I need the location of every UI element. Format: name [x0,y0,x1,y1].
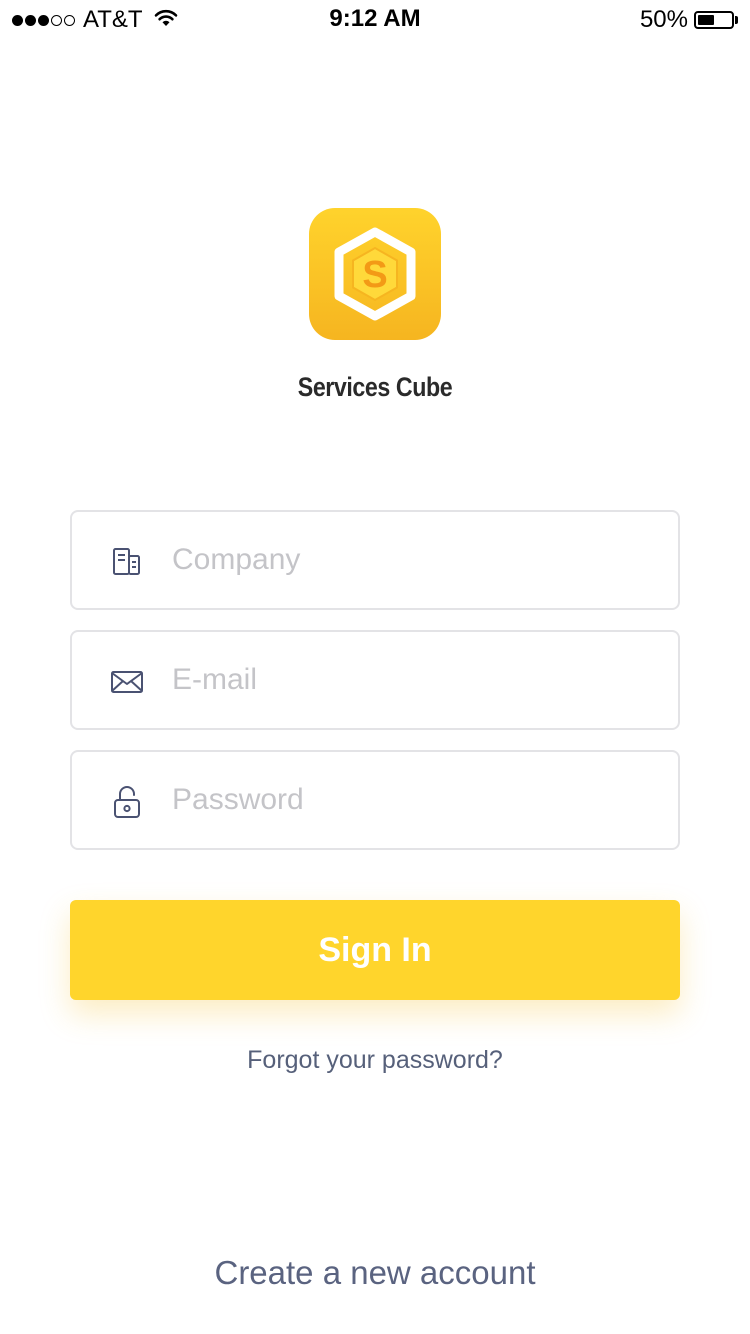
hexagon-cube-icon: S [334,227,416,321]
create-account-link[interactable]: Create a new account [214,1254,535,1291]
status-right: 50% [640,6,738,34]
company-field[interactable] [70,510,680,610]
building-icon [110,546,144,578]
create-account-link-row: Create a new account [0,1254,750,1292]
battery-cap [735,16,738,24]
password-input[interactable] [172,752,652,848]
battery-percent: 50% [639,6,688,33]
app-logo: S [309,208,441,340]
clock: 9:12 AM [329,5,421,32]
password-field[interactable] [70,750,680,850]
logo-letter: S [362,254,387,296]
forgot-password-link-row: Forgot your password? [0,1046,750,1075]
unlock-icon [110,786,144,818]
status-bar: AT&T 9:12 AM 50% [0,0,750,40]
sign-in-button[interactable]: Sign In [70,900,680,1000]
envelope-icon [110,666,144,698]
battery-level [698,15,714,25]
email-field[interactable] [70,630,680,730]
forgot-password-link[interactable]: Forgot your password? [247,1046,503,1074]
company-input[interactable] [172,512,652,608]
app-name: Services Cube [297,372,453,402]
battery-icon [694,11,734,29]
email-input[interactable] [172,632,652,728]
